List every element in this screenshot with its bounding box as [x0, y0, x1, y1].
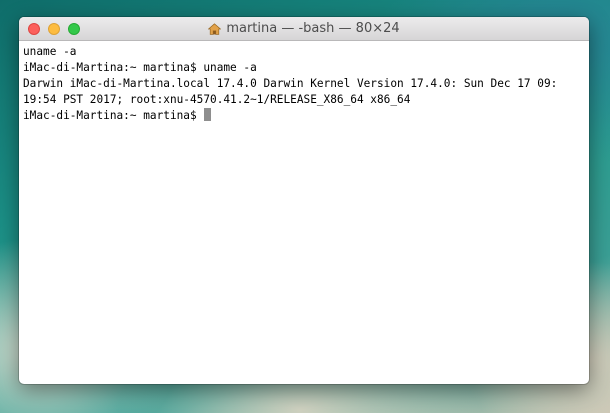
- window-title-text: martina — -bash — 80×24: [226, 21, 400, 36]
- window-controls: [28, 23, 80, 35]
- text-cursor: [204, 108, 212, 121]
- prompt-line[interactable]: iMac-di-Martina:~ martina$: [23, 108, 585, 124]
- shell-prompt: iMac-di-Martina:~ martina$: [23, 109, 204, 122]
- close-button[interactable]: [28, 23, 40, 35]
- minimize-button[interactable]: [48, 23, 60, 35]
- terminal-line: uname -a: [23, 45, 77, 58]
- terminal-line: iMac-di-Martina:~ martina$ uname -a: [23, 61, 257, 74]
- terminal-window: martina — -bash — 80×24 uname -a iMac-di…: [19, 17, 589, 384]
- window-title: martina — -bash — 80×24: [208, 21, 400, 36]
- title-bar[interactable]: martina — -bash — 80×24: [19, 17, 589, 41]
- terminal-output[interactable]: uname -a iMac-di-Martina:~ martina$ unam…: [19, 41, 589, 124]
- zoom-button[interactable]: [68, 23, 80, 35]
- terminal-line: Darwin iMac-di-Martina.local 17.4.0 Darw…: [23, 77, 558, 90]
- terminal-line: 19:54 PST 2017; root:xnu-4570.41.2~1/REL…: [23, 93, 411, 106]
- home-icon: [208, 22, 222, 35]
